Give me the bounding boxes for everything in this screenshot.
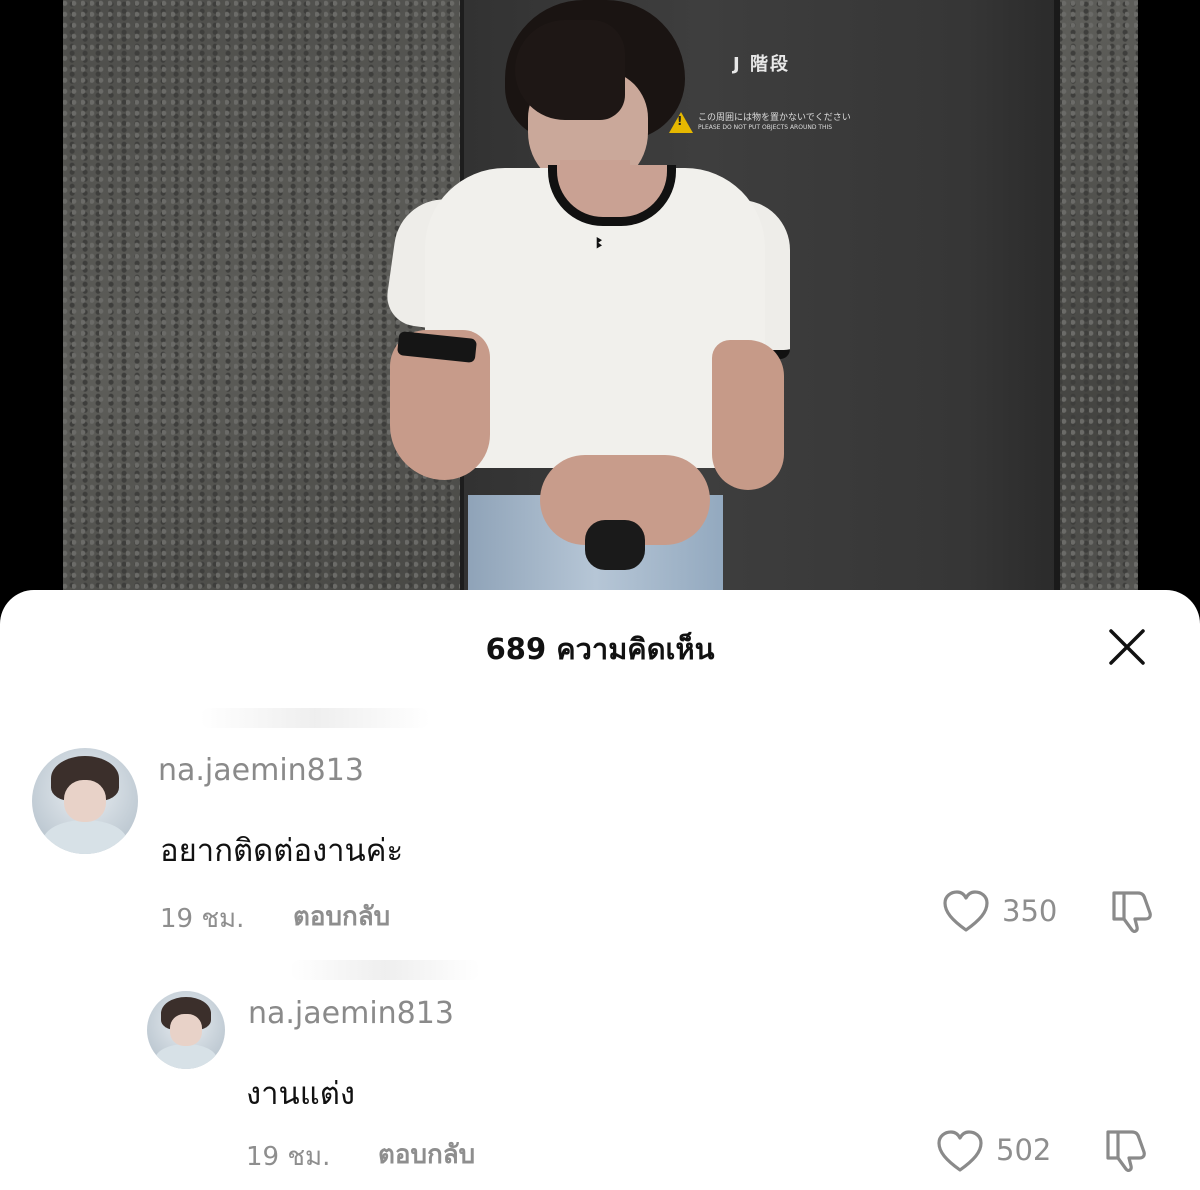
comment-time: 19 ชม. — [246, 1142, 331, 1172]
close-button[interactable] — [1106, 626, 1148, 668]
reply-button[interactable]: ตอบกลับ — [378, 1134, 475, 1175]
comment-text: งานแต่ง — [246, 1076, 355, 1112]
comment-username[interactable]: na.jaemin813 — [248, 996, 454, 1031]
blurred-overlay — [200, 708, 430, 728]
comment-text: อยากติดต่องานค่ะ — [160, 833, 404, 869]
like-count: 350 — [1002, 894, 1058, 928]
comments-count-title: 689 ความคิดเห็น — [485, 632, 715, 666]
avatar[interactable] — [32, 748, 138, 854]
dislike-button[interactable] — [1102, 1126, 1150, 1178]
thumbs-down-icon — [1106, 1130, 1146, 1173]
thumbs-down-icon — [1112, 891, 1152, 934]
person: ꔪ — [0, 0, 1200, 600]
glove — [585, 520, 645, 570]
reply-button[interactable]: ตอบกลับ — [293, 896, 390, 937]
heart-outline-icon — [937, 1130, 983, 1172]
comment-username[interactable]: na.jaemin813 — [158, 753, 364, 788]
comment-time: 19 ชม. — [160, 904, 245, 934]
avatar[interactable] — [147, 991, 225, 1069]
post-photo[interactable]: J 階段 ! この周囲には物を置かないでください PLEASE DO NOT P… — [0, 0, 1200, 600]
shirt-logo: ꔪ — [596, 236, 603, 252]
like-button[interactable] — [942, 890, 990, 938]
blurred-overlay — [290, 960, 480, 980]
dislike-button[interactable] — [1108, 887, 1156, 939]
hair-fringe — [515, 20, 625, 120]
like-count: 502 — [996, 1133, 1052, 1167]
close-icon — [1109, 629, 1145, 665]
right-arm — [712, 340, 784, 490]
heart-outline-icon — [943, 890, 989, 932]
comments-sheet: 689 ความคิดเห็น na.jaemin813 อยากติดต่อง… — [0, 590, 1200, 1190]
like-button[interactable] — [936, 1130, 984, 1178]
